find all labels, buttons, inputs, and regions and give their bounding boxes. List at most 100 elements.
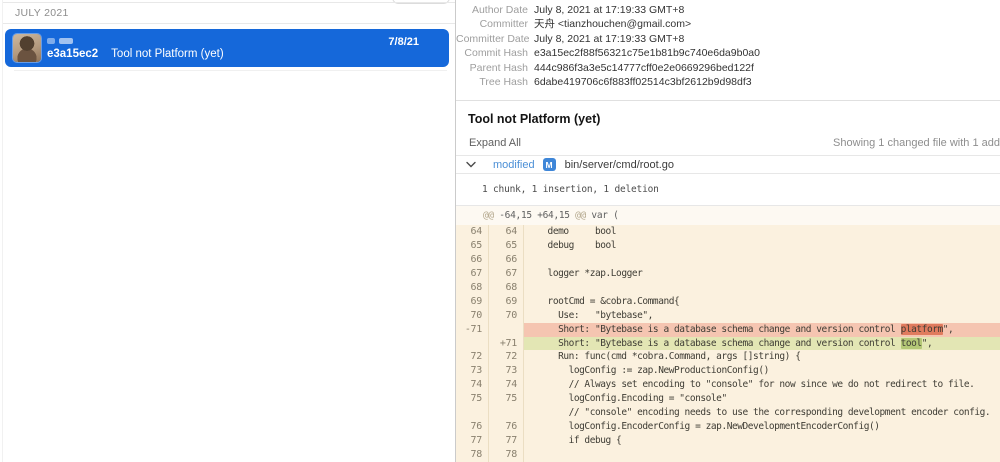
code-text <box>524 448 1000 462</box>
diff-line: 6767 logger *zap.Logger <box>456 267 1000 281</box>
commit-date: 7/8/21 <box>388 35 419 49</box>
file-diff-header[interactable]: modified M bin/server/cmd/root.go <box>456 155 1000 174</box>
detail-value: 444c986f3a3e5c14777cff0e2e0669296bed122f <box>534 61 754 75</box>
commit-group-header: JULY 2021 <box>3 2 455 24</box>
diff-table: 6464 demo bool6565 debug bool66666767 lo… <box>456 225 1000 462</box>
old-line-number: 74 <box>456 378 489 392</box>
diff-line: 7575 logConfig.Encoding = "console" <box>456 392 1000 406</box>
new-line-number: 67 <box>489 267 524 281</box>
detail-row: Parent Hash 444c986f3a3e5c14777cff0e2e066… <box>456 61 1000 75</box>
code-text: logConfig.EncoderConfig = zap.NewDevelop… <box>524 420 1000 434</box>
detail-value: July 8, 2021 at 17:19:33 GMT+8 <box>534 3 684 17</box>
redacted-author-name <box>47 38 55 44</box>
new-line-number: 69 <box>489 295 524 309</box>
hunk-context: var ( <box>586 210 619 221</box>
code-text: logger *zap.Logger <box>524 267 1000 281</box>
new-line-number: +71 <box>489 337 524 351</box>
old-line-number: 73 <box>456 364 489 378</box>
old-line-number: 70 <box>456 309 489 323</box>
old-line-number: 68 <box>456 281 489 295</box>
chevron-down-icon[interactable] <box>466 161 476 168</box>
code-text: // Always set encoding to "console" for … <box>524 378 1000 392</box>
detail-value: July 8, 2021 at 17:19:33 GMT+8 <box>534 32 684 46</box>
new-line-number: 70 <box>489 309 524 323</box>
new-line-number: 64 <box>489 225 524 239</box>
new-line-number: 75 <box>489 392 524 406</box>
diff-line: 7676 logConfig.EncoderConfig = zap.NewDe… <box>456 420 1000 434</box>
old-line-number: 77 <box>456 434 489 448</box>
commit-details: Author DateJuly 8, 2021 at 17:19:33 GMT+… <box>456 3 1000 89</box>
changed-files-summary: Showing 1 changed file with 1 add <box>833 137 1000 149</box>
old-line-number <box>456 406 489 420</box>
code-text: Short: "Bytebase is a database schema ch… <box>524 323 1000 337</box>
changed-word: tool <box>901 338 922 349</box>
list-row-separator <box>14 70 447 71</box>
hunk-at-open: @@ <box>483 210 494 221</box>
new-line-number: 78 <box>489 448 524 462</box>
old-line-number: 67 <box>456 267 489 281</box>
new-line-number: 65 <box>489 239 524 253</box>
old-line-number: 78 <box>456 448 489 462</box>
detail-value: 6dabe419706c6f883ff02514c3bf2612b9d98df3 <box>534 75 752 89</box>
old-line-number: 66 <box>456 253 489 267</box>
detail-label: Tree Hash <box>456 75 528 89</box>
file-status-label: modified <box>493 159 535 171</box>
code-text: logConfig.Encoding = "console" <box>524 392 1000 406</box>
code-text: logConfig := zap.NewProductionConfig() <box>524 364 1000 378</box>
diff-line: 7474 // Always set encoding to "console"… <box>456 378 1000 392</box>
diff-line: 7373 logConfig := zap.NewProductionConfi… <box>456 364 1000 378</box>
old-line-number: 76 <box>456 420 489 434</box>
code-text: rootCmd = &cobra.Command{ <box>524 295 1000 309</box>
author-avatar <box>13 34 41 62</box>
redacted-author-name <box>59 38 73 44</box>
commit-short-hash: e3a15ec2 <box>47 47 98 61</box>
hunk-range: -64,15 +64,15 <box>494 210 575 221</box>
commit-list-item-selected[interactable]: 7/8/21 e3a15ec2 Tool not Platform (yet) <box>5 29 449 67</box>
file-path: bin/server/cmd/root.go <box>565 159 674 171</box>
old-line-number: 65 <box>456 239 489 253</box>
diff-line: 7070 Use: "bytebase", <box>456 309 1000 323</box>
diff-line: 6565 debug bool <box>456 239 1000 253</box>
diff-line: // "console" encoding needs to use the c… <box>456 406 1000 420</box>
detail-label: Parent Hash <box>456 61 528 75</box>
expand-all-button[interactable]: Expand All <box>469 137 521 149</box>
hunk-at-close: @@ <box>575 210 586 221</box>
code-text: Short: "Bytebase is a database schema ch… <box>524 337 1000 351</box>
hunk-header: @@ -64,15 +64,15 @@ var ( <box>456 206 1000 225</box>
detail-row: Tree Hash 6dabe419706c6f883ff02514c3bf261… <box>456 75 1000 89</box>
diff-line: 7878 <box>456 448 1000 462</box>
code-text: if debug { <box>524 434 1000 448</box>
code-text: // "console" encoding needs to use the c… <box>524 406 1000 420</box>
code-text <box>524 281 1000 295</box>
diff-line: 7272 Run: func(cmd *cobra.Command, args … <box>456 350 1000 364</box>
detail-value: 天舟 <tianzhouchen@gmail.com> <box>534 17 691 31</box>
detail-label: Committer Date <box>456 32 528 46</box>
section-separator <box>456 100 1000 101</box>
new-line-number: 68 <box>489 281 524 295</box>
changed-word: platform <box>901 324 943 335</box>
code-text: Run: func(cmd *cobra.Command, args []str… <box>524 350 1000 364</box>
diff-line: -71 Short: "Bytebase is a database schem… <box>456 323 1000 337</box>
new-line-number: 77 <box>489 434 524 448</box>
diff-line: 7777 if debug { <box>456 434 1000 448</box>
new-line-number <box>489 406 524 420</box>
code-text: debug bool <box>524 239 1000 253</box>
diff-line: 6969 rootCmd = &cobra.Command{ <box>456 295 1000 309</box>
old-line-number: 72 <box>456 350 489 364</box>
old-line-number: 75 <box>456 392 489 406</box>
detail-row: Commit Hashe3a15ec2f88f56321c75e1b81b9c7… <box>456 46 1000 60</box>
detail-row: Committer 天舟 <tianzhouchen@gmail.com> <box>456 17 1000 31</box>
new-line-number <box>489 323 524 337</box>
detail-label: Committer <box>456 17 528 31</box>
commit-detail-panel: Author DateJuly 8, 2021 at 17:19:33 GMT+… <box>456 0 1000 462</box>
modified-badge: M <box>543 158 556 171</box>
new-line-number: 74 <box>489 378 524 392</box>
panel-inset-border <box>2 0 3 462</box>
detail-value: e3a15ec2f88f56321c75e1b81b9c740e6da9b0a0 <box>534 46 760 60</box>
old-line-number: 64 <box>456 225 489 239</box>
old-line-number: 69 <box>456 295 489 309</box>
diff-line: +71 Short: "Bytebase is a database schem… <box>456 337 1000 351</box>
new-line-number: 73 <box>489 364 524 378</box>
commit-message-title: Tool not Platform (yet) <box>468 112 600 126</box>
detail-row: Committer Date July 8, 2021 at 17:19:33 G… <box>456 32 1000 46</box>
